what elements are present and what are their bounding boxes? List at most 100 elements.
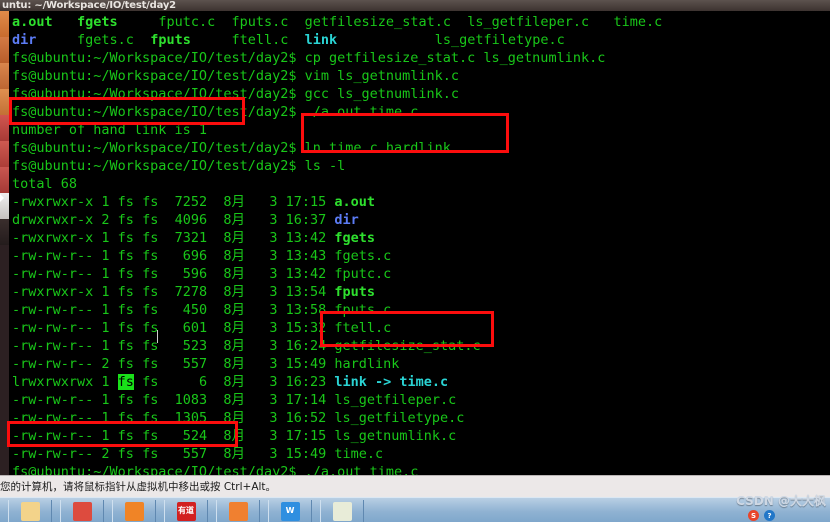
ls-row-group-size: fs 7321 — [133, 230, 224, 246]
ls-row-permissions: lrwxrwxrwx 1 — [12, 374, 118, 390]
ls-row-date: 8月 3 16:24 — [223, 338, 335, 354]
unity-launcher[interactable] — [0, 11, 9, 475]
vmware-status-text: 您的计算机，请将鼠标指针从虚拟机中移出或按 Ctrl+Alt。 — [0, 481, 277, 493]
charts-app-button[interactable] — [320, 500, 364, 522]
ls-row-group-size: fs 7252 — [133, 194, 224, 210]
ls-row-date: 8月 3 13:58 — [223, 302, 335, 318]
window-title: untu: ~/Workspace/IO/test/day2 — [2, 0, 176, 11]
ls-row-owner: fs — [117, 248, 134, 264]
file-ls-getfileper-c: ls_getfileper.c — [467, 14, 590, 30]
command-gcc: gcc ls_getnumlink.c — [304, 86, 460, 102]
launcher-icon-browser[interactable] — [0, 37, 9, 63]
ls-row-filename: fgets — [334, 230, 376, 246]
ls-row-permissions: -rw-rw-r-- 1 — [12, 338, 118, 354]
ls-row: -rw-rw-r-- 1 fs fs 596 8月 3 13:42 fputc.… — [9, 265, 830, 283]
terminal-window[interactable]: a.out fgets fputc.c fputs.c getfilesize_… — [9, 11, 830, 475]
ls-row-filename: fgets.c — [334, 248, 392, 264]
ls-row-filename: a.out — [334, 194, 376, 210]
ls-row-permissions: -rwxrwxr-x 1 — [12, 194, 118, 210]
ls-row-date: 8月 3 16:52 — [223, 410, 335, 426]
ls-row-date: 8月 3 15:49 — [223, 356, 335, 372]
command-ls-l: ls -l — [304, 158, 346, 174]
launcher-icon-calc[interactable] — [0, 115, 9, 141]
window-titlebar[interactable]: untu: ~/Workspace/IO/test/day2 — [0, 0, 830, 11]
ls-row-group-size: fs 6 — [133, 374, 224, 390]
launcher-icon-settings[interactable] — [0, 219, 9, 245]
launcher-icon-terminal[interactable] — [0, 63, 9, 89]
file-fgets: fgets — [77, 14, 118, 30]
ls-row-filename: time.c — [334, 446, 384, 462]
ls-row-owner: fs — [117, 356, 134, 372]
file-ls-getfiletype-c: ls_getfiletype.c — [434, 32, 565, 48]
ls-row-permissions: -rwxrwxr-x 1 — [12, 230, 118, 246]
terminal-line-cmd-run2: fs@ubuntu:~/Workspace/IO/test/day2$ ./a.… — [9, 463, 830, 475]
file-ftell-c: ftell.c — [231, 32, 289, 48]
ls-row-permissions: -rw-rw-r-- 1 — [12, 428, 118, 444]
onedrive-icon — [124, 501, 144, 521]
shell-prompt: fs@ubuntu:~/Workspace/IO/test/day2$ — [12, 104, 305, 120]
ls-row-owner: fs — [117, 212, 134, 228]
windows-taskbar[interactable]: 有道 W — [0, 497, 830, 522]
wps-writer-icon: W — [280, 501, 300, 521]
ls-row-filename: link -> time.c — [334, 374, 449, 390]
ls-row-filename: ftell.c — [334, 320, 392, 336]
ls-row-date: 8月 3 16:23 — [223, 374, 335, 390]
ls-row-date: 8月 3 17:15 — [223, 194, 335, 210]
launcher-icon-software-center[interactable] — [0, 167, 9, 193]
ls-row-group-size: fs 523 — [133, 338, 224, 354]
terminal-line-output-hand-link-1: number of hand link is 1 — [9, 121, 830, 139]
ls-row: drwxrwxr-x 2 fs fs 4096 8月 3 16:37 dir — [9, 211, 830, 229]
launcher-active-indicator-arrow — [0, 194, 4, 202]
terminal-line-total: total 68 — [9, 175, 830, 193]
youdao-dictionary-icon: 有道 — [176, 501, 196, 521]
file-fgets-c: fgets.c — [77, 32, 134, 48]
sogou-input-icon[interactable]: S — [748, 510, 759, 521]
ls-row-date: 8月 3 13:54 — [223, 284, 335, 300]
command-cp: cp getfilesize_stat.c ls_getnumlink.c — [304, 50, 606, 66]
ls-row-group-size: fs 696 — [133, 248, 224, 264]
google-chrome-button[interactable] — [60, 500, 104, 522]
output-number-of-hand-link-1: number of hand link is 1 — [12, 122, 208, 138]
ls-row-date: 8月 3 13:42 — [223, 230, 335, 246]
ls-row-owner: fs — [117, 230, 134, 246]
ls-row: -rw-rw-r-- 1 fs fs 1305 8月 3 16:52 ls_ge… — [9, 409, 830, 427]
help-icon[interactable]: ? — [764, 510, 775, 521]
ls-row-filename: ls_getfileper.c — [334, 392, 457, 408]
launcher-icon-impress[interactable] — [0, 141, 9, 167]
ls-row: -rw-rw-r-- 1 fs fs 524 8月 3 17:15 ls_get… — [9, 427, 830, 445]
terminal-line-cmd-cp: fs@ubuntu:~/Workspace/IO/test/day2$ cp g… — [9, 49, 830, 67]
ls-row-date: 8月 3 17:15 — [223, 428, 335, 444]
file-fputs: fputs — [150, 32, 191, 48]
shell-prompt: fs@ubuntu:~/Workspace/IO/test/day2$ — [12, 158, 305, 174]
file-fputc-c: fputc.c — [158, 14, 216, 30]
file-explorer-icon — [20, 501, 40, 521]
ls-row-permissions: -rw-rw-r-- 1 — [12, 302, 118, 318]
ls-row-owner: fs — [117, 428, 134, 444]
terminal-line-cmd-ls-l: fs@ubuntu:~/Workspace/IO/test/day2$ ls -… — [9, 157, 830, 175]
ls-row-group-size: fs 1083 — [133, 392, 224, 408]
wps-writer-button[interactable]: W — [268, 500, 312, 522]
launcher-rest — [0, 245, 9, 475]
ls-row-owner: fs — [117, 284, 134, 300]
launcher-icon-writer[interactable] — [0, 89, 9, 115]
ls-row-group-size: fs 524 — [133, 428, 224, 444]
ls-row-owner: fs — [117, 320, 134, 336]
ls-row-owner: fs — [117, 266, 134, 282]
launcher-icon-files[interactable] — [0, 11, 9, 37]
ls-row-group-size: fs 1305 — [133, 410, 224, 426]
ls-row: -rw-rw-r-- 2 fs fs 557 8月 3 15:49 time.c — [9, 445, 830, 463]
shell-prompt: fs@ubuntu:~/Workspace/IO/test/day2$ — [12, 86, 305, 102]
terminal-line-ls-row1: a.out fgets fputc.c fputs.c getfilesize_… — [9, 13, 830, 31]
ls-row: -rwxrwxr-x 1 fs fs 7321 8月 3 13:42 fgets — [9, 229, 830, 247]
youdao-dictionary-button[interactable]: 有道 — [164, 500, 208, 522]
terminal-line-cmd-ln: fs@ubuntu:~/Workspace/IO/test/day2$ ln t… — [9, 139, 830, 157]
ls-row: -rw-rw-r-- 2 fs fs 557 8月 3 15:49 hardli… — [9, 355, 830, 373]
ls-row-permissions: -rw-rw-r-- 1 — [12, 410, 118, 426]
google-chrome-icon — [72, 501, 92, 521]
ppt-app-icon — [228, 501, 248, 521]
onedrive-button[interactable] — [112, 500, 156, 522]
ppt-app-button[interactable] — [216, 500, 260, 522]
mouse-text-cursor — [157, 330, 158, 343]
ls-row-permissions: -rw-rw-r-- 2 — [12, 356, 118, 372]
file-explorer-button[interactable] — [8, 500, 52, 522]
